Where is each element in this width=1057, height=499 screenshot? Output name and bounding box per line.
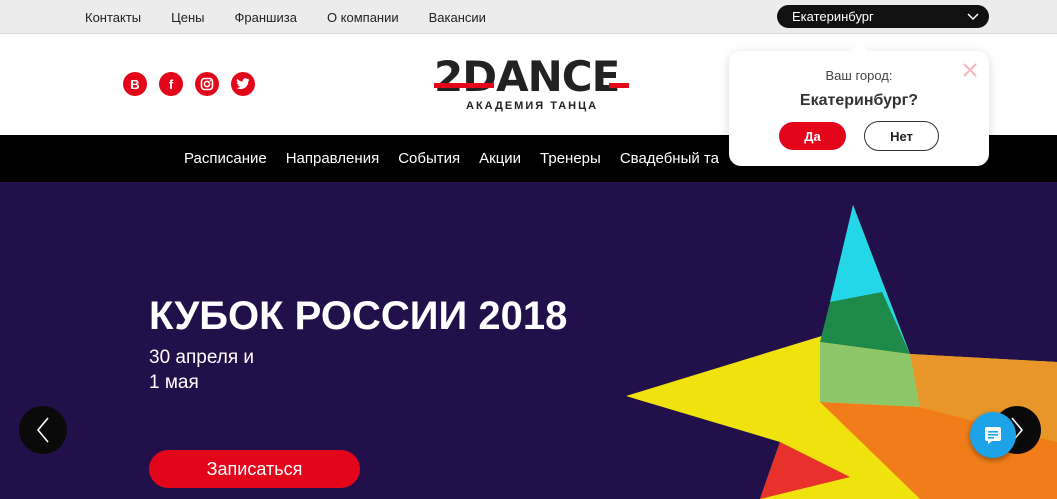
- nav-item-wedding-dance[interactable]: Свадебный та: [620, 150, 719, 167]
- logo-stripe: [609, 83, 629, 88]
- logo-text: 2DANCE: [434, 52, 620, 101]
- top-nav: Контакты Цены Франшиза О компании Ваканс…: [70, 0, 501, 34]
- top-link-about[interactable]: О компании: [327, 10, 399, 25]
- social-links: В f: [123, 72, 255, 96]
- slider-prev-button[interactable]: [19, 406, 67, 454]
- city-name: Екатеринбург?: [799, 92, 919, 109]
- city-question: Ваш город:: [825, 68, 893, 83]
- nav-item-trainers[interactable]: Тренеры: [540, 150, 601, 167]
- chat-widget-button[interactable]: [970, 412, 1016, 458]
- logo-subtitle: АКАДЕМИЯ ТАНЦА: [466, 100, 599, 112]
- logo-stripe: [434, 83, 494, 88]
- signup-button[interactable]: Записаться: [149, 450, 360, 488]
- city-confirm-popup: Ваш город: Екатеринбург? Да Нет: [729, 42, 989, 166]
- chevron-down-icon: [967, 13, 979, 21]
- hero-date: 30 апреля и 1 мая: [149, 347, 255, 393]
- chat-icon: [985, 427, 1001, 444]
- top-link-franchise[interactable]: Франшиза: [235, 10, 297, 25]
- nav-item-events[interactable]: События: [398, 150, 460, 167]
- confirm-yes-button[interactable]: Да: [779, 122, 846, 150]
- vk-icon[interactable]: В: [123, 72, 147, 96]
- top-link-prices[interactable]: Цены: [171, 10, 204, 25]
- chevron-left-icon: [36, 417, 49, 443]
- facebook-icon[interactable]: f: [159, 72, 183, 96]
- top-bar: Контакты Цены Франшиза О компании Ваканс…: [0, 0, 1057, 34]
- popup-arrow: [849, 42, 869, 52]
- top-link-vacancies[interactable]: Вакансии: [429, 10, 486, 25]
- city-select[interactable]: Екатеринбург: [777, 5, 989, 28]
- nav-item-schedule[interactable]: Расписание: [184, 150, 267, 167]
- hero-title: КУБОК РОССИИ 2018: [149, 294, 568, 338]
- top-link-contacts[interactable]: Контакты: [85, 10, 141, 25]
- city-select-label: Екатеринбург: [792, 9, 874, 24]
- twitter-icon[interactable]: [231, 72, 255, 96]
- hero-slider: КУБОК РОССИИ 2018 30 апреля и 1 мая Запи…: [0, 182, 1057, 499]
- nav-item-directions[interactable]: Направления: [286, 150, 380, 167]
- nav-item-promotions[interactable]: Акции: [479, 150, 521, 167]
- confirm-no-button[interactable]: Нет: [864, 121, 939, 151]
- logo[interactable]: 2DANCE АКАДЕМИЯ ТАНЦА: [434, 56, 629, 116]
- instagram-icon[interactable]: [195, 72, 219, 96]
